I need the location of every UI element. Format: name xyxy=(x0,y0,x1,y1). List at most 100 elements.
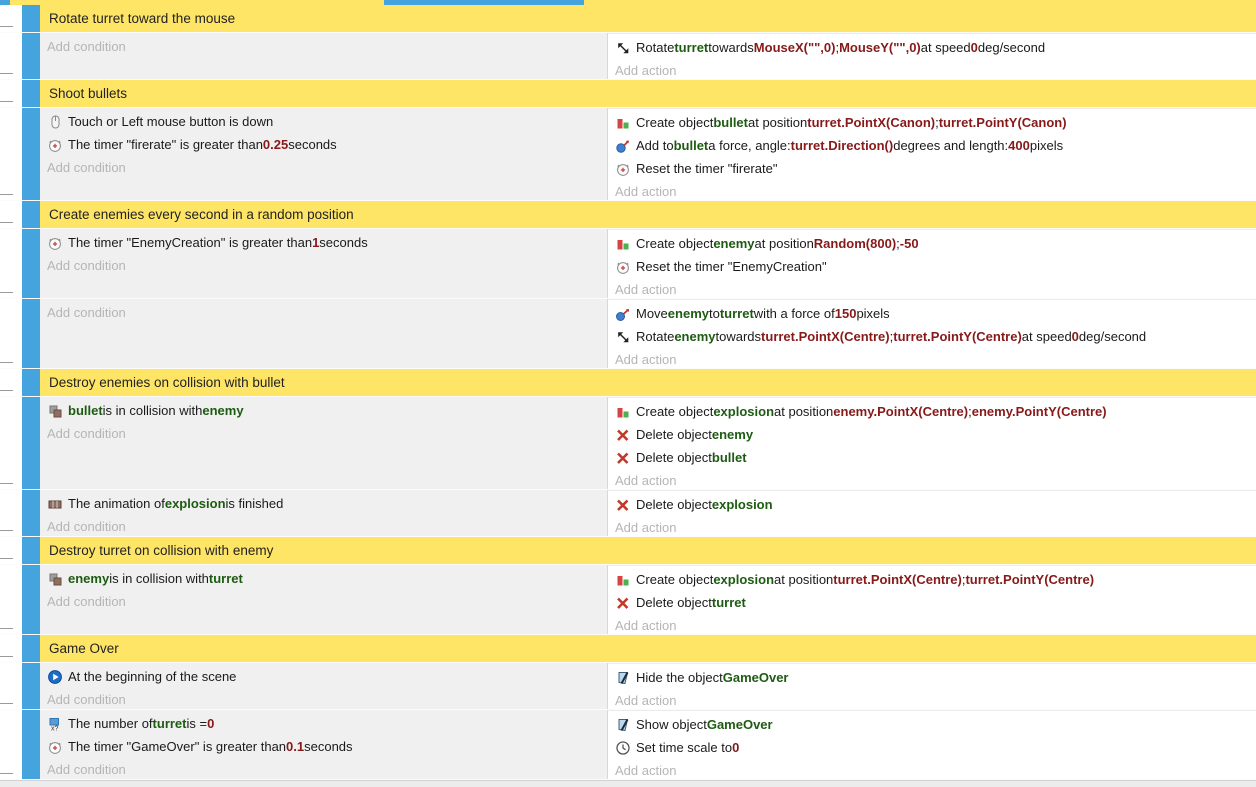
gutter-tick xyxy=(0,73,13,74)
event-select-bar[interactable] xyxy=(22,201,40,228)
gutter-tick xyxy=(0,292,13,293)
object-name: enemy xyxy=(712,423,753,446)
comment-header[interactable]: Destroy turret on collision with enemy xyxy=(40,537,1256,564)
event-select-bar[interactable] xyxy=(22,33,40,79)
condition-row[interactable]: The timer "EnemyCreation" is greater tha… xyxy=(40,231,607,254)
sentence-text: seconds xyxy=(304,735,352,758)
action-row[interactable]: Reset the timer "EnemyCreation" xyxy=(608,255,1256,278)
event-select-bar[interactable] xyxy=(22,490,40,536)
event-gutter xyxy=(0,537,22,564)
event-gutter xyxy=(0,710,22,779)
action-row[interactable]: Create object enemy at position Random(8… xyxy=(608,232,1256,255)
object-name: bullet xyxy=(713,111,748,134)
action-row[interactable]: Reset the timer "firerate" xyxy=(608,157,1256,180)
object-count-icon: x? xyxy=(47,716,63,732)
sentence-text: is in collision with xyxy=(103,399,203,422)
condition-row[interactable]: enemy is in collision with turret xyxy=(40,567,607,590)
event-select-bar[interactable] xyxy=(22,565,40,634)
timer-icon xyxy=(615,161,631,177)
add-action-button[interactable]: Add action xyxy=(608,180,1256,203)
parameter-value: MouseX("",0) xyxy=(754,36,836,59)
comment-header[interactable]: Create enemies every second in a random … xyxy=(40,201,1256,228)
comment-header[interactable]: Shoot bullets xyxy=(40,80,1256,107)
action-row[interactable]: Add to bullet a force, angle: turret.Dir… xyxy=(608,134,1256,157)
add-action-button[interactable]: Add action xyxy=(608,516,1256,539)
condition-row[interactable]: bullet is in collision with enemy xyxy=(40,399,607,422)
parameter-value: 400 xyxy=(1008,134,1030,157)
action-row[interactable]: Rotate enemy towards turret.PointX(Centr… xyxy=(608,325,1256,348)
comment-header[interactable]: Game Over xyxy=(40,635,1256,662)
action-row[interactable]: Move enemy to turret with a force of 150… xyxy=(608,302,1256,325)
sentence-text: at speed xyxy=(921,36,971,59)
condition-row[interactable]: Touch or Left mouse button is down xyxy=(40,110,607,133)
delete-icon xyxy=(615,497,631,513)
sentence-text: The timer "EnemyCreation" is greater tha… xyxy=(68,231,312,254)
event-select-bar[interactable] xyxy=(22,108,40,200)
conditions-column: The timer "EnemyCreation" is greater tha… xyxy=(40,229,607,298)
event-select-bar[interactable] xyxy=(22,5,40,32)
condition-row[interactable]: The animation of explosion is finished xyxy=(40,492,607,515)
add-condition-button[interactable]: Add condition xyxy=(40,688,607,711)
action-row[interactable]: Hide the object GameOver xyxy=(608,666,1256,689)
event-select-bar[interactable] xyxy=(22,397,40,489)
add-action-button[interactable]: Add action xyxy=(608,469,1256,492)
sentence-text: Create object xyxy=(636,232,713,255)
action-row[interactable]: Create object explosion at position enem… xyxy=(608,400,1256,423)
object-name: enemy xyxy=(202,399,243,422)
add-condition-button[interactable]: Add condition xyxy=(40,515,607,538)
add-condition-button[interactable]: Add condition xyxy=(40,758,607,781)
action-row[interactable]: Delete object enemy xyxy=(608,423,1256,446)
parameter-value: -50 xyxy=(900,232,919,255)
top-clipped-row xyxy=(0,0,1256,5)
sentence-text: is finished xyxy=(226,492,284,515)
conditions-column: enemy is in collision with turretAdd con… xyxy=(40,565,607,634)
add-condition-button[interactable]: Add condition xyxy=(40,301,607,324)
event-select-bar[interactable] xyxy=(22,663,40,709)
action-row[interactable]: Create object bullet at position turret.… xyxy=(608,111,1256,134)
add-action-button[interactable]: Add action xyxy=(608,348,1256,371)
add-action-button[interactable]: Add action xyxy=(608,59,1256,82)
event-sheet: Rotate turret toward the mouse Add condit… xyxy=(0,0,1256,787)
sentence-text: The number of xyxy=(68,712,153,735)
delete-icon xyxy=(615,595,631,611)
condition-row[interactable]: At the beginning of the scene xyxy=(40,665,607,688)
delete-icon xyxy=(615,427,631,443)
condition-row[interactable]: x?The number of turret is = 0 xyxy=(40,712,607,735)
add-action-button[interactable]: Add action xyxy=(608,278,1256,301)
event-select-bar[interactable] xyxy=(22,710,40,779)
add-condition-button[interactable]: Add condition xyxy=(40,422,607,445)
event-gutter xyxy=(0,108,22,200)
add-action-button[interactable]: Add action xyxy=(608,759,1256,782)
action-row[interactable]: Create object explosion at position turr… xyxy=(608,568,1256,591)
parameter-value: 0 xyxy=(971,36,978,59)
add-condition-button[interactable]: Add condition xyxy=(40,35,607,58)
add-condition-button[interactable]: Add condition xyxy=(40,156,607,179)
event-row: At the beginning of the sceneAdd conditi… xyxy=(0,663,1256,709)
event-select-bar[interactable] xyxy=(22,635,40,662)
gutter-tick xyxy=(0,26,13,27)
event-select-bar[interactable] xyxy=(22,80,40,107)
comment-header[interactable]: Destroy enemies on collision with bullet xyxy=(40,369,1256,396)
event-row: The animation of explosion is finishedAd… xyxy=(0,490,1256,536)
action-row[interactable]: Delete object bullet xyxy=(608,446,1256,469)
action-row[interactable]: Set time scale to 0 xyxy=(608,736,1256,759)
comment-header[interactable]: Rotate turret toward the mouse xyxy=(40,5,1256,32)
event-row: bullet is in collision with enemyAdd con… xyxy=(0,397,1256,489)
event-select-bar[interactable] xyxy=(22,537,40,564)
action-row[interactable]: Show object GameOver xyxy=(608,713,1256,736)
event-select-bar[interactable] xyxy=(22,299,40,368)
action-row[interactable]: Delete object turret xyxy=(608,591,1256,614)
event-select-bar[interactable] xyxy=(22,229,40,298)
add-condition-button[interactable]: Add condition xyxy=(40,590,607,613)
sentence-text: Move xyxy=(636,302,668,325)
action-row[interactable]: Rotate turret towards MouseX("",0);Mouse… xyxy=(608,36,1256,59)
object-name: explosion xyxy=(165,492,226,515)
add-action-button[interactable]: Add action xyxy=(608,689,1256,712)
condition-row[interactable]: The timer "firerate" is greater than 0.2… xyxy=(40,133,607,156)
add-condition-button[interactable]: Add condition xyxy=(40,254,607,277)
add-action-button[interactable]: Add action xyxy=(608,614,1256,637)
condition-row[interactable]: The timer "GameOver" is greater than 0.1… xyxy=(40,735,607,758)
gutter-tick xyxy=(0,194,13,195)
action-row[interactable]: Delete object explosion xyxy=(608,493,1256,516)
event-select-bar[interactable] xyxy=(22,369,40,396)
